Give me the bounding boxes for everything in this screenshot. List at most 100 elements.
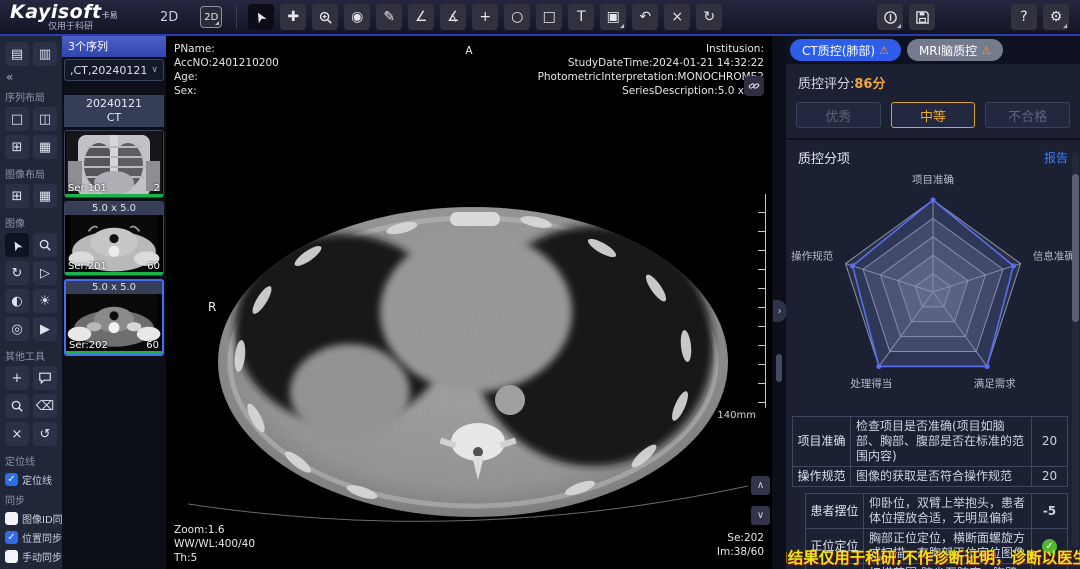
grade-medium-button[interactable]: 中等 [891, 102, 976, 128]
left-tool-sidebar: ▤▥ « 序列布局□◫⊞▦图像布局⊞▦图像➤↻▷◐☀◎▶其他工具+⌫×↺ 定位线… [0, 36, 62, 569]
report-link[interactable]: 报告 [1044, 149, 1068, 166]
ellipse-roi-button[interactable]: ○ [504, 4, 530, 30]
undo-button[interactable]: ↶ [632, 4, 658, 30]
brightness-button[interactable]: ☀ [33, 289, 57, 313]
layout-1x1-icon: □ [11, 112, 23, 127]
brightness-icon: ☀ [39, 294, 51, 309]
grade-excellent-button[interactable]: 优秀 [796, 102, 881, 128]
probe-button[interactable]: + [472, 4, 498, 30]
checkbox-checked-icon[interactable]: ✓ [5, 531, 18, 544]
toolbar-tools: 2D ➤✚ ◉✎ ∠ ∡ + ○□T ▣ ↶×↻ [194, 4, 725, 30]
section-grid-series-layout: □ ◫⊞▦ [3, 105, 63, 161]
search-button[interactable] [33, 233, 57, 257]
layout-1x2-button[interactable]: ◫ [33, 107, 57, 131]
about-button[interactable] [877, 4, 903, 30]
panel-scrollbar[interactable] [1072, 152, 1079, 548]
window-level-button[interactable]: ◉ [344, 4, 370, 30]
rotate-reset-button[interactable]: ↻ [696, 4, 722, 30]
delete-button[interactable]: × [5, 422, 29, 446]
thumb-series-label: Ser:202 [69, 340, 108, 351]
qc-score-value: 86分 [854, 77, 885, 92]
img-layout-3x3-button[interactable]: ▦ [33, 184, 57, 208]
divider-scrollbar-thumb[interactable] [776, 354, 782, 382]
series-count-header: 3个序列 [62, 36, 166, 57]
thumb-size-header: 5.0 x 5.0 [65, 202, 163, 215]
help-button[interactable]: ? [1011, 4, 1037, 30]
panel-scrollbar-thumb[interactable] [1072, 174, 1079, 322]
checkbox-unchecked-icon[interactable] [5, 550, 18, 563]
eraser-icon: ⌫ [36, 399, 54, 414]
sidebar-top-tools: ▤▥ [3, 40, 63, 68]
comment-button[interactable] [33, 366, 57, 390]
checkbox-位置同步[interactable]: ✓位置同步 [5, 530, 59, 545]
checkbox-定位线[interactable]: ✓定位线 [5, 472, 59, 487]
rotate-button[interactable]: ↻ [5, 261, 29, 285]
add-icon: + [12, 371, 23, 386]
checkbox-checked-icon[interactable]: ✓ [5, 473, 18, 486]
scroll-up-button[interactable]: ∧ [751, 476, 770, 495]
img-layout-2x2-button[interactable]: ⊞ [5, 184, 29, 208]
pan-button[interactable]: ✚ [280, 4, 306, 30]
settings-button[interactable]: ⚙ [1043, 4, 1069, 30]
help-icon: ? [1020, 9, 1027, 25]
cine-icon: ▣ [607, 9, 620, 25]
target-button[interactable]: ◎ [5, 317, 29, 341]
scroll-down-button[interactable]: ∨ [751, 506, 770, 525]
cursor-button[interactable]: ➤ [5, 233, 29, 257]
rect-roi-button[interactable]: □ [536, 4, 562, 30]
report-button[interactable]: ▥ [33, 42, 57, 66]
text-annotation-button[interactable]: T [568, 4, 594, 30]
link-series-button[interactable] [744, 76, 764, 96]
orientation-anterior-label: A [465, 44, 472, 58]
roi-magnifier-button[interactable] [5, 394, 29, 418]
add-button[interactable]: + [5, 366, 29, 390]
checkbox-图像ID同步[interactable]: 图像ID同步 [5, 511, 59, 526]
tab-ct-lung-qc[interactable]: CT质控(肺部) ⚠ [790, 39, 901, 61]
qc-item-score: 20 [1032, 417, 1068, 467]
invert-icon: ◐ [11, 294, 22, 309]
view-2d-button[interactable]: 2D [200, 6, 222, 28]
expand-panel-button[interactable]: › [773, 300, 786, 322]
cine-play-button[interactable]: ▶ [33, 317, 57, 341]
series-list-button[interactable]: ▤ [5, 42, 29, 66]
checkbox-手动同步[interactable]: 手动同步 [5, 549, 59, 564]
section-grid-other-tools: + ⌫ × ↺ [3, 364, 63, 448]
locator-checkbox-list: ✓定位线 [3, 472, 59, 487]
qc-score-row: 质控评分:86分 [786, 64, 1080, 94]
delete-button[interactable]: × [664, 4, 690, 30]
save-button[interactable] [909, 4, 935, 30]
flip-button[interactable]: ▷ [33, 261, 57, 285]
layout-2x2-button[interactable]: ⊞ [5, 135, 29, 159]
cine-button[interactable]: ▣ [600, 4, 626, 30]
thumbnail-series-201[interactable]: 5.0 x 5.0 Ser:201 60 [64, 201, 164, 276]
layout-1x1-button[interactable]: □ [5, 107, 29, 131]
qc-table-row: 患者摆位仰卧位，双臂上举抱头，患者体位摆放合适，无明显偏斜-5 [806, 494, 1068, 529]
tab-mri-brain-qc[interactable]: MRI脑质控 ⚠ [907, 39, 1003, 61]
cobb-angle-button[interactable]: ∡ [440, 4, 466, 30]
ct-viewport[interactable]: PName: AccNO:2401210200 Age: Sex: A Inst… [166, 36, 772, 569]
zoom-in-button[interactable] [312, 4, 338, 30]
thumbnail-series-101[interactable]: Ser:101 2 [64, 130, 164, 198]
layout-3x3-button[interactable]: ▦ [33, 135, 57, 159]
probe-icon: + [479, 9, 491, 25]
cursor-button[interactable]: ➤ [248, 4, 274, 30]
cine-play-icon: ▶ [40, 322, 50, 337]
radar-axis-label: 项目准确 [912, 173, 954, 186]
checkbox-unchecked-icon[interactable] [5, 512, 18, 525]
qc-item-score: -5 [1032, 494, 1068, 529]
collapse-panel-button[interactable]: « [6, 70, 59, 84]
grade-fail-button[interactable]: 不合格 [985, 102, 1070, 128]
angle-icon: ∠ [415, 9, 428, 25]
angle-button[interactable]: ∠ [408, 4, 434, 30]
pencil-button[interactable]: ✎ [376, 4, 402, 30]
delete-icon: × [12, 427, 23, 442]
study-info-overlay: Institusion: StudyDateTime:2024-01-21 14… [538, 42, 764, 98]
thumbnail-series-202[interactable]: 5.0 x 5.0 Ser:202 60 [64, 279, 164, 356]
about-icon [883, 10, 898, 25]
eraser-button[interactable]: ⌫ [33, 394, 57, 418]
sync-section-label: 同步 [5, 492, 59, 507]
img-layout-2x2-icon: ⊞ [12, 189, 23, 204]
study-dropdown[interactable]: ,CT,20240121 ∨ [64, 59, 164, 81]
reset-button[interactable]: ↺ [33, 422, 57, 446]
invert-button[interactable]: ◐ [5, 289, 29, 313]
